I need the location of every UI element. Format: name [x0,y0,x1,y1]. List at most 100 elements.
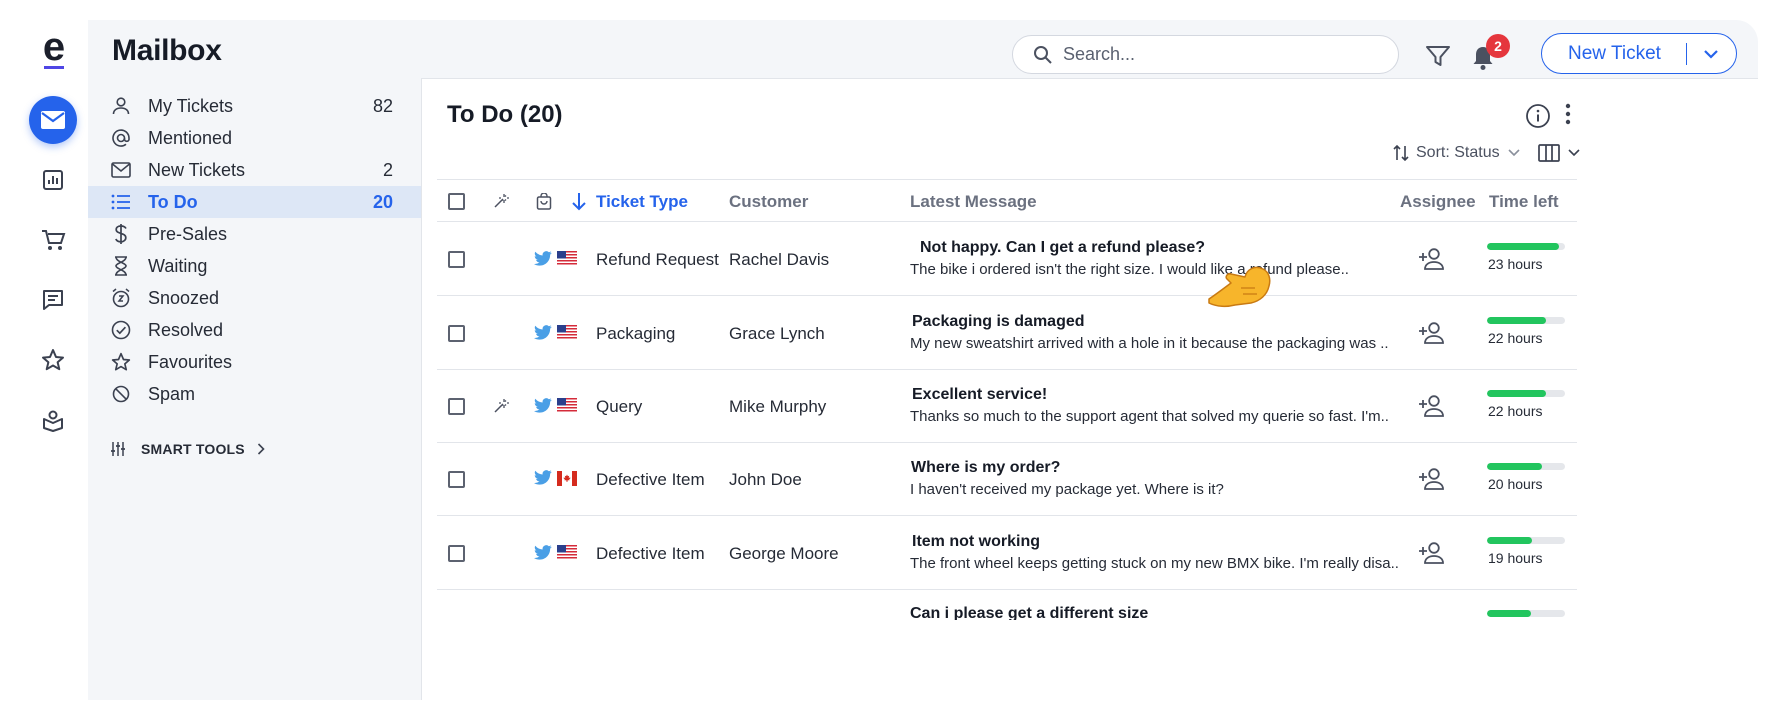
chevron-down-icon[interactable] [1687,49,1735,59]
hourglass-icon [110,255,132,277]
list-icon [110,191,132,213]
chat-icon[interactable] [29,276,77,324]
new-ticket-label: New Ticket [1568,42,1661,64]
assign-user-icon[interactable] [1418,321,1446,345]
row-checkbox[interactable] [448,251,465,268]
message-preview: My new sweatshirt arrived with a hole in… [910,335,1389,352]
person-icon [110,95,132,117]
time-left-label: 20 hours [1488,476,1543,492]
icon-rail: e [0,0,88,700]
select-all-checkbox[interactable] [448,193,465,210]
sidebar-item-waiting[interactable]: Waiting [88,250,421,282]
assign-user-icon[interactable] [1418,467,1446,491]
columns-toggle[interactable] [1538,144,1580,162]
customer-cell: Rachel Davis [729,250,830,269]
sliders-icon [111,442,125,456]
column-assignee[interactable]: Assignee [1400,192,1476,212]
sidebar-item-my-tickets[interactable]: My Tickets 82 [88,90,421,122]
sort-label: Sort: Status [1416,144,1500,161]
twitter-icon [534,398,552,413]
sidebar: My Tickets 82 Mentioned New Tickets 2 To… [88,88,421,700]
sidebar-item-new-tickets[interactable]: New Tickets 2 [88,154,421,186]
row-checkbox[interactable] [448,325,465,342]
smart-tools-toggle[interactable]: SMART TOOLS [110,441,265,457]
dollar-icon [110,223,132,245]
cart-icon[interactable] [29,216,77,264]
table-row[interactable]: Refund Request Rachel Davis Not happy. C… [437,222,1577,296]
reports-icon[interactable] [29,156,77,204]
ticket-type-cell: Packaging [596,324,676,343]
table-row[interactable]: Defective Item John Doe Where is my orde… [437,443,1577,516]
time-progress-bar [1487,610,1565,617]
chevron-down-icon [1508,149,1520,157]
sidebar-item-to-do[interactable]: To Do 20 [88,186,421,218]
notification-badge: 2 [1486,34,1510,58]
sidebar-item-label: Pre-Sales [148,223,228,244]
us-flag-icon [557,545,577,560]
sidebar-item-mentioned[interactable]: Mentioned [88,122,421,154]
arrow-down-icon[interactable] [571,192,587,211]
knowledge-base-icon[interactable] [29,396,77,444]
chevron-down-icon [1568,149,1580,157]
column-time-left[interactable]: Time left [1489,192,1559,212]
sidebar-item-pre-sales[interactable]: Pre-Sales [88,218,421,250]
table-row[interactable]: Defective Item George Moore Item not wor… [437,516,1577,590]
info-icon[interactable] [1525,103,1551,129]
table-row[interactable]: Can i please get a different size [437,590,1577,620]
time-progress-fill [1487,610,1532,617]
panel-title: To Do (20) [447,101,563,128]
sidebar-item-label: Resolved [148,319,224,340]
assign-user-icon[interactable] [1418,541,1446,565]
column-ticket-type[interactable]: Ticket Type [596,192,688,212]
sidebar-item-favourites[interactable]: Favourites [88,346,421,378]
sidebar-item-resolved[interactable]: Resolved [88,314,421,346]
time-progress-fill [1487,317,1546,324]
time-left-label: 22 hours [1488,330,1543,346]
svg-text:e: e [43,30,65,69]
search-box[interactable] [1012,35,1399,74]
at-icon [110,127,132,149]
row-checkbox[interactable] [448,545,465,562]
app-surface: Mailbox 2 New Ticket [88,20,1758,700]
search-input[interactable] [1063,44,1383,65]
time-progress-fill [1487,537,1533,544]
column-customer[interactable]: Customer [729,192,808,212]
message-title: Not happy. Can I get a refund please? [920,239,1206,256]
sidebar-item-label: Mentioned [148,127,233,148]
mail-icon[interactable] [29,96,77,144]
more-options-icon[interactable] [1562,103,1574,129]
message-preview: The bike i ordered isn't the right size.… [910,261,1349,278]
sort-dropdown[interactable]: Sort: Status [1392,144,1520,162]
time-progress-bar [1487,317,1565,324]
column-latest-message[interactable]: Latest Message [910,192,1037,212]
table-row[interactable]: Query Mike Murphy Excellent service! Tha… [437,370,1577,443]
sort-icon [1393,144,1409,162]
star-icon[interactable] [29,336,77,384]
message-title: Where is my order? [911,459,1061,476]
magic-wand-icon [494,399,509,413]
ticket-type-cell: Defective Item [596,470,705,489]
assign-user-icon[interactable] [1418,394,1446,418]
twitter-icon [534,545,552,560]
table-row[interactable]: Packaging Grace Lynch Packaging is damag… [437,296,1577,370]
block-icon [110,383,132,405]
row-checkbox[interactable] [448,398,465,415]
app-logo: e [38,25,70,74]
twitter-icon [534,470,552,485]
sidebar-item-spam[interactable]: Spam [88,378,421,410]
sidebar-item-snoozed[interactable]: Snoozed [88,282,421,314]
us-flag-icon [557,251,577,266]
magic-wand-icon[interactable] [493,193,509,209]
filter-icon[interactable] [1424,42,1452,70]
ticket-type-cell: Query [596,397,643,416]
assign-user-icon[interactable] [1418,247,1446,271]
smart-tools-label: SMART TOOLS [141,441,245,457]
sidebar-item-label: To Do [148,191,198,212]
new-ticket-button[interactable]: New Ticket [1541,33,1737,74]
sidebar-item-label: Snoozed [148,287,220,308]
app-frame: e Mailbox Search... 2 New Ticket My Tick… [0,0,1768,700]
time-progress-fill [1487,243,1559,250]
customer-cell: Grace Lynch [729,324,825,343]
row-checkbox[interactable] [448,471,465,488]
bag-icon[interactable] [536,193,552,210]
